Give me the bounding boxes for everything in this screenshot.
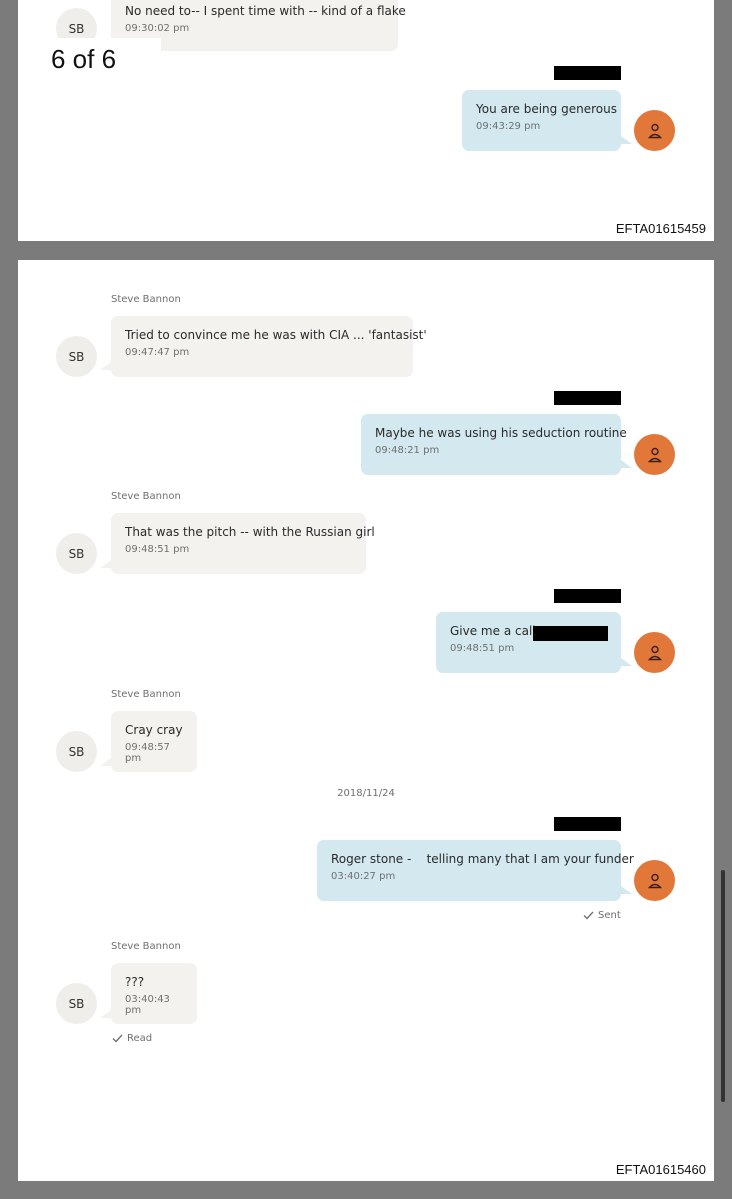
message-time: 09:47:47 pm xyxy=(125,347,190,358)
avatar-initials: SB xyxy=(68,349,85,364)
sender-name: Steve Bannon xyxy=(111,491,181,502)
avatar-initials: SB xyxy=(68,546,85,561)
page-id: EFTA01615460 xyxy=(615,1162,706,1177)
message-time: 09:48:51 pm xyxy=(450,643,515,654)
message-bubble-outgoing: Give me a call. 09:48:51 pm xyxy=(436,612,621,673)
person-icon-avatar xyxy=(634,632,675,673)
bubble-tail xyxy=(100,560,111,568)
person-icon xyxy=(647,447,662,462)
message-time: 09:48:57 pm xyxy=(125,742,170,764)
bubble-tail xyxy=(100,362,111,370)
date-separator: 2018/11/24 xyxy=(337,788,395,799)
message-bubble-incoming: Cray cray 09:48:57 pm xyxy=(111,711,197,772)
status-label: Read xyxy=(127,1033,153,1044)
redaction-bar xyxy=(554,66,621,80)
bubble-tail xyxy=(621,460,632,468)
sender-name: Steve Bannon xyxy=(111,941,181,952)
message-time: 03:40:27 pm xyxy=(331,871,396,882)
check-icon xyxy=(583,911,594,920)
message-status: Sent xyxy=(583,910,621,921)
person-icon-avatar xyxy=(634,860,675,901)
message-bubble-incoming: That was the pitch -- with the Russian g… xyxy=(111,513,375,574)
redaction-bar xyxy=(554,391,621,405)
message-text: That was the pitch -- with the Russian g… xyxy=(125,525,375,539)
message-text: Maybe he was using his seduction routine xyxy=(375,426,627,440)
redaction-bar xyxy=(533,626,608,641)
redaction-bar xyxy=(554,817,621,831)
message-time: 09:48:21 pm xyxy=(375,445,440,456)
scrollbar-thumb[interactable] xyxy=(721,870,725,1102)
bubble-tail xyxy=(621,136,632,144)
message-text: ??? xyxy=(125,975,145,989)
message-text: Tried to convince me he was with CIA ...… xyxy=(125,328,427,342)
bubble-tail xyxy=(621,886,632,894)
message-time: 09:43:29 pm xyxy=(476,121,541,132)
bubble-tail xyxy=(100,1010,111,1018)
person-icon xyxy=(647,123,662,138)
avatar-initials: SB xyxy=(68,744,85,759)
avatar-sb: SB xyxy=(56,533,97,574)
sender-name: Steve Bannon xyxy=(111,294,181,305)
check-icon xyxy=(112,1034,123,1043)
message-text: Cray cray xyxy=(125,723,183,737)
message-time: 09:30:02 pm xyxy=(125,23,190,34)
redaction-bar xyxy=(554,589,621,603)
avatar-sb: SB xyxy=(56,731,97,772)
person-icon-avatar xyxy=(634,110,675,151)
message-time: 03:40:43 pm xyxy=(125,994,170,1016)
person-icon xyxy=(647,645,662,660)
message-text: You are being generous xyxy=(476,102,617,116)
message-text: No need to-- I spent time with -- kind o… xyxy=(125,4,406,18)
message-bubble-incoming: ??? 03:40:43 pm xyxy=(111,963,197,1024)
status-label: Sent xyxy=(598,910,621,921)
message-time: 09:48:51 pm xyxy=(125,544,190,555)
message-bubble-outgoing: Maybe he was using his seduction routine… xyxy=(361,414,627,475)
avatar-initials: SB xyxy=(68,21,85,36)
message-text: Roger stone - telling many that I am you… xyxy=(331,852,634,866)
page-id: EFTA01615459 xyxy=(615,221,706,236)
message-bubble-outgoing: Roger stone - telling many that I am you… xyxy=(317,840,634,901)
avatar-sb: SB xyxy=(56,983,97,1024)
message-bubble-incoming: Tried to convince me he was with CIA ...… xyxy=(111,316,427,377)
document-page-2: Steve Bannon Tried to convince me he was… xyxy=(18,260,714,1181)
document-page-1: 6 of 6 SB No need to-- I spent time with… xyxy=(18,0,714,241)
page-counter: 6 of 6 xyxy=(48,38,161,76)
message-status: Read xyxy=(112,1033,152,1044)
person-icon-avatar xyxy=(634,434,675,475)
avatar-initials: SB xyxy=(68,996,85,1011)
message-bubble-outgoing: You are being generous 09:43:29 pm xyxy=(462,90,621,151)
sender-name: Steve Bannon xyxy=(111,689,181,700)
person-icon xyxy=(647,873,662,888)
avatar-sb: SB xyxy=(56,336,97,377)
bubble-tail xyxy=(621,658,632,666)
bubble-tail xyxy=(100,758,111,766)
